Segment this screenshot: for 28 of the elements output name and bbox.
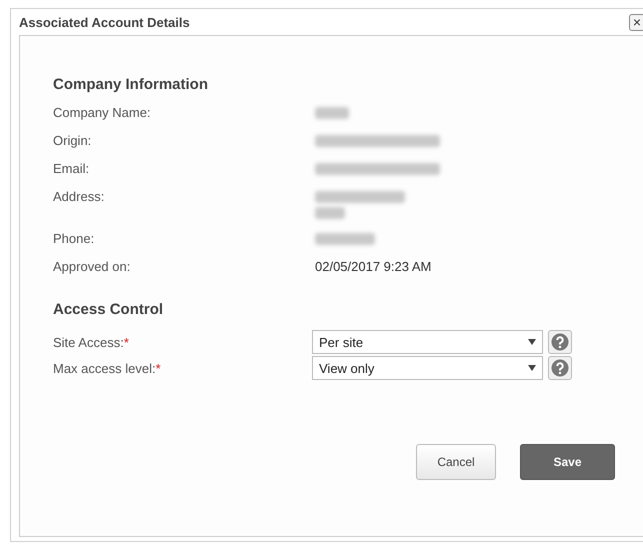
section-heading: Access Control xyxy=(53,301,164,318)
field-value: 02/05/2017 9:23 AM xyxy=(315,259,432,276)
caret-icon xyxy=(528,339,536,345)
close-button[interactable]: × xyxy=(629,14,643,30)
field-label: Approved on: xyxy=(53,259,132,276)
blurred-value xyxy=(315,207,345,219)
caret-icon xyxy=(528,365,536,371)
help-button[interactable] xyxy=(548,330,572,354)
help-icon xyxy=(551,359,569,377)
required-mark: * xyxy=(124,334,129,350)
field-label: Max access level: xyxy=(53,360,156,376)
blurred-value xyxy=(315,233,375,245)
cancel-button[interactable]: Cancel xyxy=(416,444,496,480)
dropdown-field[interactable]: View only xyxy=(312,356,543,380)
field-label: Email: xyxy=(53,161,90,178)
blurred-value xyxy=(315,107,349,119)
required-mark: * xyxy=(156,360,161,376)
field-label: Company Name: xyxy=(53,105,152,122)
field-label: Phone: xyxy=(53,231,96,248)
save-button[interactable]: Save xyxy=(520,444,615,480)
help-icon xyxy=(551,333,569,351)
field-label: Site Access: xyxy=(53,334,124,350)
dropdown-field[interactable]: Per site xyxy=(312,330,543,354)
window-title: Associated Account Details xyxy=(19,14,190,30)
field-label: Origin: xyxy=(53,133,92,150)
help-button[interactable] xyxy=(548,356,572,380)
section-heading: Company Information xyxy=(53,76,210,93)
field-label: Address: xyxy=(53,189,106,206)
